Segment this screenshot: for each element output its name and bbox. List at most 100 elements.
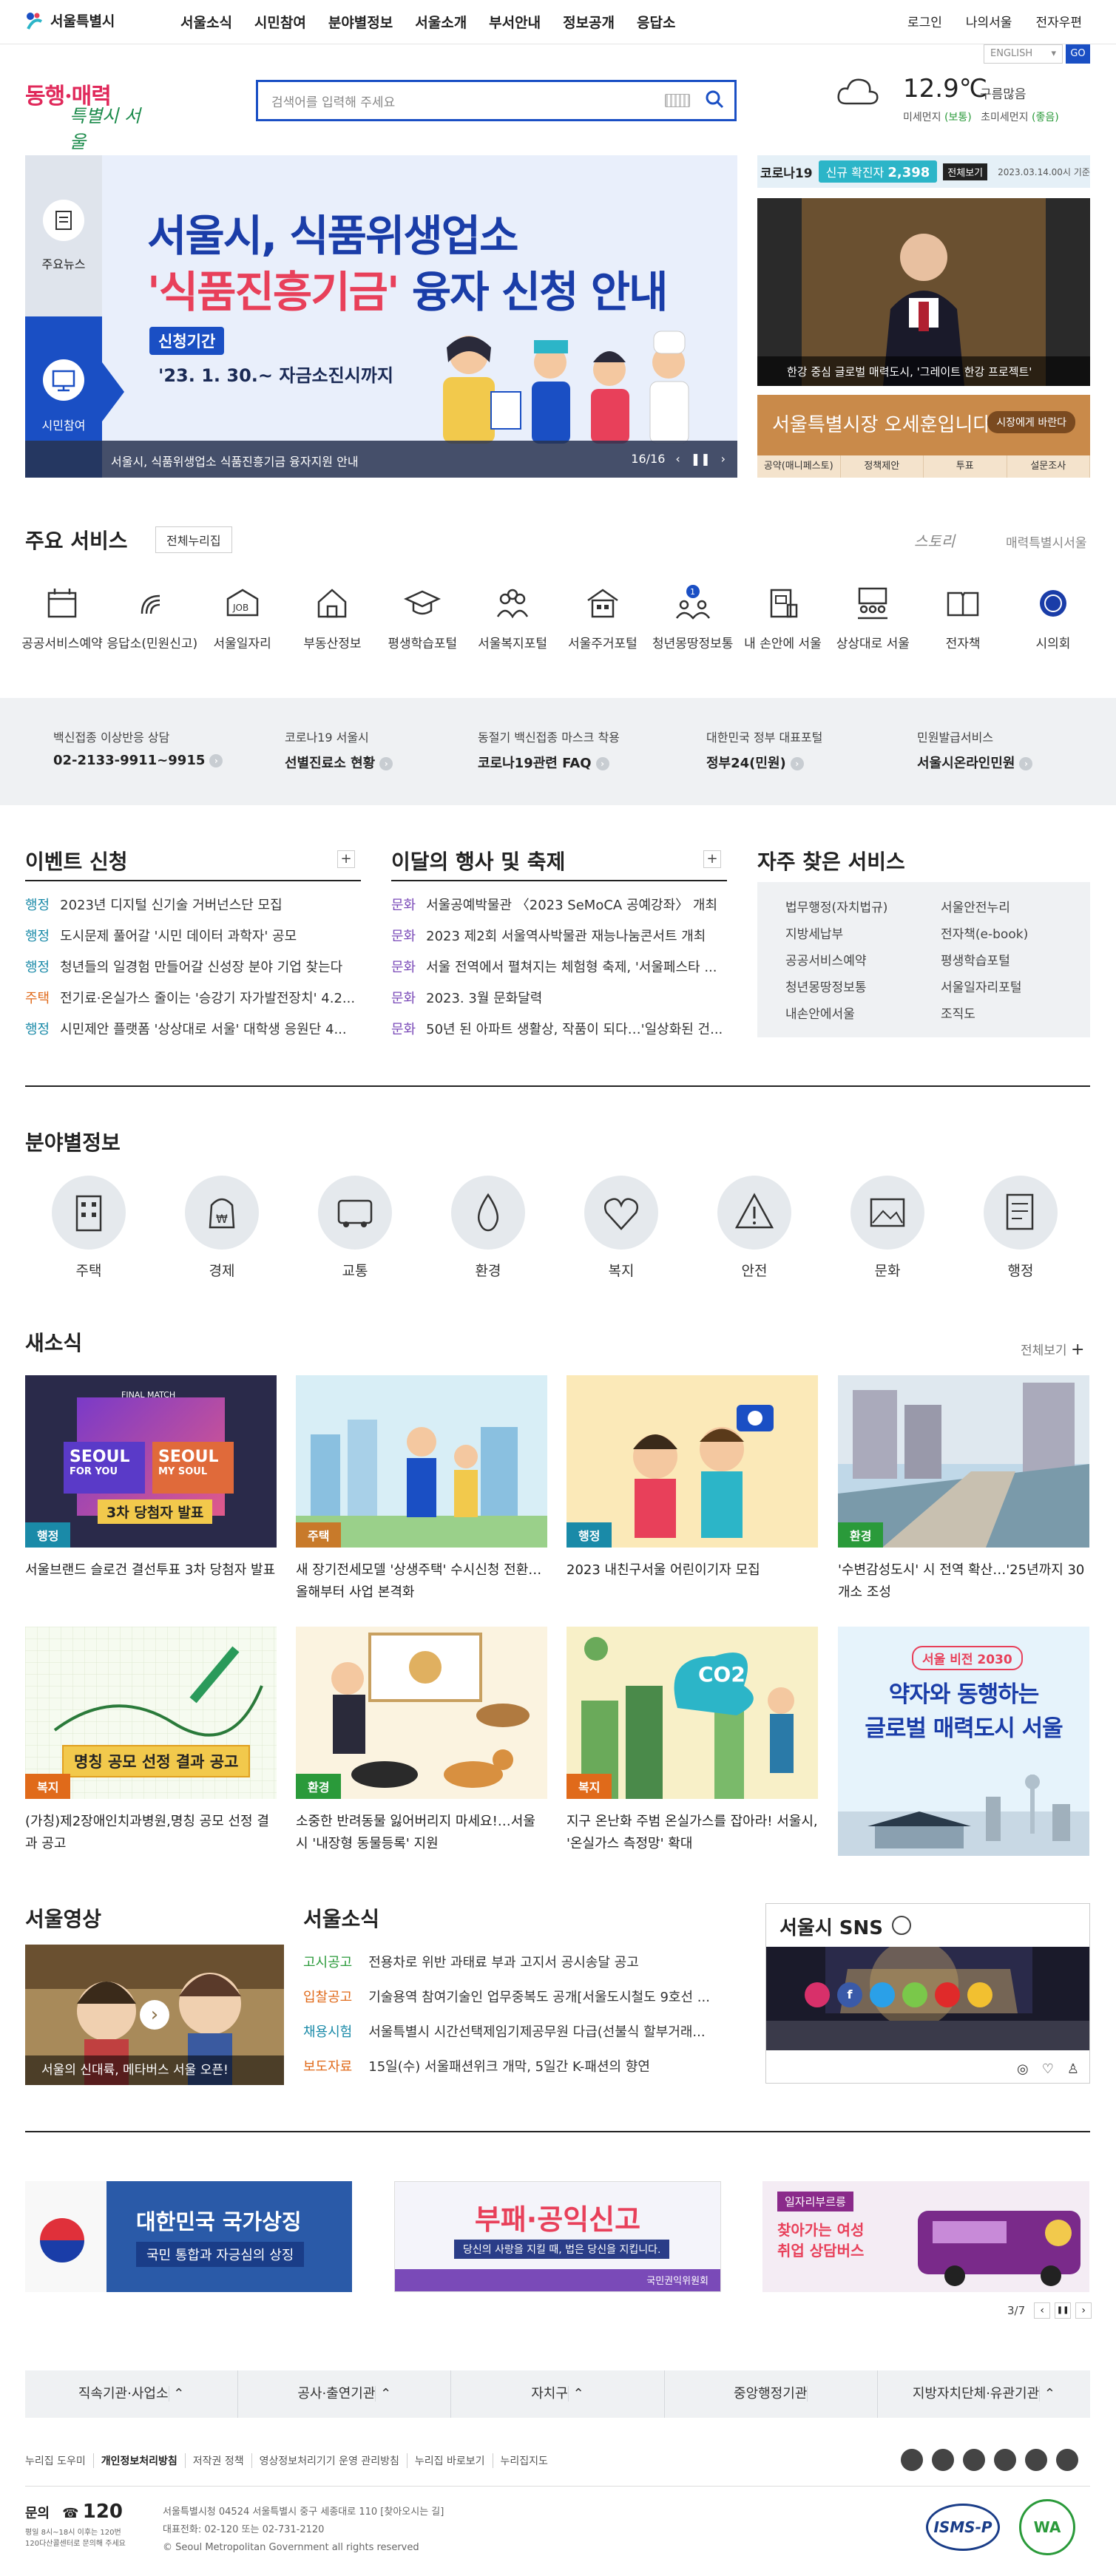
language-select[interactable]: ENGLISH ▾ [984, 44, 1063, 64]
sns-photo[interactable]: f [766, 1947, 1089, 2050]
tab-public-corporations[interactable]: 공사·출연기관 ⌃ [238, 2370, 452, 2418]
mayor-news-card[interactable]: 한강 중심 글로벌 매력도시, '그레이트 한강 프로젝트' [757, 198, 1090, 386]
login-link[interactable]: 로그인 [907, 12, 942, 30]
all-sites-button[interactable]: 전체누리집 [155, 526, 232, 553]
facebook-icon[interactable]: f [837, 1982, 862, 2007]
service-youth[interactable]: 1 청년몽땅정보통 [652, 584, 733, 673]
freq-item[interactable]: 서울안전누리 [941, 897, 1010, 915]
slogan-logo[interactable]: 동행·매력 특별시 서울 [25, 78, 151, 152]
quick-clinic-status[interactable]: 코로나19 서울시 선별진료소 현황 › [285, 728, 393, 772]
instagram-icon[interactable] [963, 2449, 985, 2471]
service-seoul-in-hand[interactable]: 내 손안에 서울 [744, 584, 822, 673]
field-item-picture[interactable]: 문화 [850, 1176, 924, 1280]
freq-item[interactable]: 전자책(e-book) [941, 923, 1028, 942]
twitter-icon[interactable] [932, 2449, 954, 2471]
kakao-icon[interactable] [902, 1982, 927, 2007]
language-go-button[interactable]: GO [1066, 44, 1090, 64]
prev-icon[interactable]: ‹ [675, 452, 680, 466]
events-more-icon[interactable]: + [337, 850, 355, 868]
quick-vaccine-hotline[interactable]: 백신접종 이상반응 상담 02-2133-9911~9915 › [53, 728, 223, 768]
list-item[interactable]: 문화 2023. 3월 문화달력 [391, 988, 724, 1007]
tab-local-governments[interactable]: 지방자치단체·유관기관 ⌃ [878, 2370, 1090, 2418]
wish-to-mayor-button[interactable]: 시장에게 바란다 [987, 411, 1075, 433]
field-item-bus[interactable]: 교통 [318, 1176, 392, 1280]
footer-link-help[interactable]: 누리집 도우미 [25, 2453, 94, 2468]
freq-item[interactable]: 평생학습포털 [941, 950, 1010, 969]
banner-corruption-report[interactable]: 부패·공익신고 당신의 사랑을 지킬 때, 법은 당신을 지킵니다. 국민권익위… [394, 2181, 721, 2292]
service-housing[interactable]: 서울주거포털 [566, 584, 640, 673]
service-eungdapso[interactable]: 응답소(민원신고) [106, 584, 197, 673]
list-item[interactable]: 행정 청년들의 일경험 만들어갈 신성장 분야 기업 찾는다 [25, 957, 358, 976]
news-card[interactable]: 환경 '수변감성도시' 시 전역 확산…'25년까지 30개소 조성 [838, 1375, 1089, 1605]
service-city-council[interactable]: 시의회 [1016, 584, 1090, 673]
instagram-icon[interactable] [805, 1982, 830, 2007]
field-item-document[interactable]: 행정 [984, 1176, 1058, 1280]
mayor-voice-banner[interactable]: 서울특별시장 오세훈입니다. 시장에게 바란다 공약(매니페스토) 정책제안 투… [757, 395, 1090, 478]
freq-item[interactable]: 조직도 [941, 1003, 975, 1022]
list-item[interactable]: 행정 2023년 디지털 신기술 거버넌스단 모집 [25, 895, 358, 914]
field-item-building[interactable]: 주택 [52, 1176, 126, 1280]
festival-more-icon[interactable]: + [703, 850, 721, 868]
freq-item[interactable]: 내손안에서울 [785, 1003, 855, 1022]
freq-item[interactable]: 서울일자리포털 [941, 977, 1021, 995]
play-icon[interactable]: › [140, 2000, 169, 2030]
news-card[interactable]: CO2 복지 지구 온난화 주범 온실가스를 잡아라! 서울시, '온실가스 측… [567, 1627, 818, 1857]
list-item[interactable]: 주택 전기료·온실가스 줄이는 '승강기 자가발전장치' 4.2... [25, 988, 358, 1007]
email-link[interactable]: 전자우편 [1035, 12, 1082, 30]
tab-affiliated-institutions[interactable]: 직속기관·사업소 ⌃ [25, 2370, 239, 2418]
my-seoul-link[interactable]: 나의서울 [966, 12, 1012, 30]
menu-seoul-news[interactable]: 서울소식 [180, 12, 232, 32]
service-lifelong-learning[interactable]: 평생학습포털 [385, 584, 459, 673]
list-item[interactable]: 고시공고 전용차로 위반 과태료 부과 고지서 공시송달 공고 [303, 1952, 747, 1971]
charm-seoul-logo[interactable]: 매력특별시서울 [1006, 532, 1086, 551]
menu-about-seoul[interactable]: 서울소개 [415, 12, 467, 32]
news-card[interactable]: 서울 비전 2030 약자와 동행하는 글로벌 매력도시 서울 [838, 1627, 1089, 1856]
tab-main-news[interactable]: 주요뉴스 [25, 155, 102, 316]
news-card[interactable]: 행정 2023 내친구서울 어린이기자 모집 [567, 1375, 818, 1605]
tab-districts[interactable]: 자치구 ⌃ [451, 2370, 665, 2418]
menu-departments[interactable]: 부서안내 [489, 12, 541, 32]
news-card[interactable]: FINAL MATCH SEOUL FOR YOU SEOUL MY SOUL 3차… [25, 1375, 277, 1605]
list-item[interactable]: 문화 서울 전역에서 펼쳐지는 체험형 축제, '서울페스타 ... [391, 957, 724, 976]
service-ebook[interactable]: 전자책 [926, 584, 1000, 673]
service-public-reservation[interactable]: 공공서비스예약 [21, 584, 103, 673]
footer-link-shortcut[interactable]: 누리집 바로보기 [407, 2453, 493, 2468]
footer-link-sitemap[interactable]: 누리집지도 [493, 2453, 555, 2468]
youtube-icon[interactable] [1025, 2449, 1047, 2471]
footer-link-cctv[interactable]: 영상정보처리기기 운영 관리방침 [252, 2453, 407, 2468]
menu-participation[interactable]: 시민참여 [254, 12, 306, 32]
field-item-drop[interactable]: 환경 [451, 1176, 525, 1280]
twitter-icon[interactable] [870, 1982, 895, 2007]
list-item[interactable]: 행정 도시문제 풀어갈 '시민 데이터 과학자' 공모 [25, 926, 358, 945]
kakaostory-icon[interactable] [967, 1982, 992, 2007]
freq-item[interactable]: 법무행정(자치법규) [785, 897, 887, 915]
menu-eungdapso[interactable]: 응답소 [637, 12, 675, 32]
pause-icon[interactable]: ❚❚ [1055, 2302, 1072, 2319]
freq-item[interactable]: 지방세납부 [785, 923, 843, 942]
banner-caption[interactable]: 서울시, 식품위생업소 식품진흥기금 융자지원 안내 [111, 452, 359, 470]
quick-gov24[interactable]: 대한민국 정부 대표포털 정부24(민원) › [706, 728, 822, 772]
search-input[interactable]: 검색어를 입력해 주세요 [258, 92, 665, 110]
main-banner[interactable]: 주요뉴스 시민참여 서울시, 식품위생업소 '식품진흥기금' 융자 신청 안내 … [25, 155, 737, 478]
banner-women-job-bus[interactable]: 일자리부르릉 찾아가는 여성 취업 상담버스 [762, 2181, 1089, 2292]
field-item-heart[interactable]: 복지 [584, 1176, 658, 1280]
kakaostory-icon[interactable] [994, 2449, 1016, 2471]
news-all-link[interactable]: 전체보기 + [1021, 1340, 1084, 1359]
compass-icon[interactable]: ◎ [1017, 2061, 1029, 2077]
list-item[interactable]: 보도자료 15일(수) 서울패션위크 개막, 5일간 K-패션의 향연 [303, 2056, 747, 2075]
service-seoul-jobs[interactable]: JOB 서울일자리 [206, 584, 280, 673]
footer-link-privacy[interactable]: 개인정보처리방침 [94, 2453, 186, 2468]
story-logo[interactable]: 스토리 [914, 529, 955, 551]
news-card[interactable]: 주택 새 장기전세모델 '상생주택' 수시신청 전환…올해부터 사업 본격화 [296, 1375, 547, 1605]
youtube-icon[interactable] [935, 1982, 960, 2007]
quick-online-civil[interactable]: 민원발급서비스 서울시온라인민원 › [917, 728, 1033, 772]
next-icon[interactable]: › [721, 452, 726, 466]
quick-covid-faq[interactable]: 동절기 백신접종 마스크 착용 코로나19관련 FAQ › [478, 728, 620, 772]
search-icon[interactable] [705, 89, 724, 112]
list-item[interactable]: 문화 2023 제2회 서울역사박물관 재능나눔콘서트 개최 [391, 926, 724, 945]
tab-policy-proposal[interactable]: 정책제안 [841, 455, 924, 478]
next-icon[interactable]: › [1075, 2302, 1092, 2319]
virtual-keyboard-icon[interactable] [665, 94, 690, 107]
footer-link-copyright[interactable]: 저작권 정책 [186, 2453, 252, 2468]
blog-icon[interactable] [1056, 2449, 1078, 2471]
